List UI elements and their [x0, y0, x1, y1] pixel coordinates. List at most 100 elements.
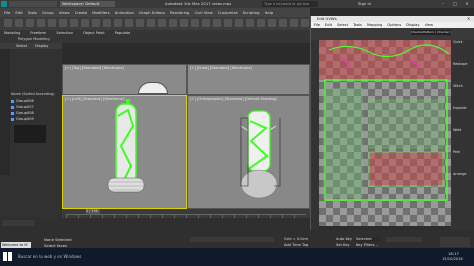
menu-item[interactable]: Edit	[15, 10, 22, 15]
timeline[interactable]: 0 / 100	[62, 209, 310, 218]
uvw-menu-item[interactable]: Edit	[325, 23, 332, 27]
toolbar-tool-icon[interactable]	[301, 19, 309, 27]
explorer-row[interactable]: Group009	[11, 116, 61, 122]
menu-item[interactable]: Animation	[115, 10, 134, 15]
menu-item[interactable]: Scripting	[243, 10, 260, 15]
signin-button[interactable]: Sign In	[358, 1, 371, 7]
uvw-menu-item[interactable]: File	[314, 23, 320, 27]
menu-item[interactable]: Help	[265, 10, 274, 15]
menu-bar: File Edit Tools Group Views Create Modifiers An…	[0, 8, 310, 17]
taskbar-apps[interactable]	[130, 251, 220, 263]
tab-select[interactable]: Select	[16, 44, 27, 48]
uvw-rollout[interactable]: Arrange	[451, 172, 474, 194]
checker-selector[interactable]: CheckerPattern ( Checker )	[411, 30, 451, 35]
uvw-menu-item[interactable]: Select	[337, 23, 348, 27]
menu-item[interactable]: Rendering	[170, 10, 189, 15]
uvw-rollout[interactable]: Explode	[451, 106, 474, 128]
toolbar-tool-icon[interactable]	[279, 19, 287, 27]
menu-item[interactable]: Views	[59, 10, 70, 15]
toolbar-tool-icon[interactable]	[125, 19, 133, 27]
toolbar-tool-icon[interactable]	[48, 19, 56, 27]
ribbon-tab[interactable]: Object Paint	[83, 31, 105, 35]
auto-key-button[interactable]: Auto Key	[336, 237, 352, 241]
key-filters-button[interactable]: Key Filters...	[356, 243, 378, 247]
selected-dropdown[interactable]: Selected	[356, 237, 380, 242]
tab-display[interactable]: Display	[35, 44, 48, 48]
viewport-top[interactable]: [+] [Top] [Standard] [Wireframe]	[62, 64, 187, 95]
explorer-header[interactable]: Name (Sorted Ascending)	[11, 92, 61, 96]
toolbar-tool-icon[interactable]	[169, 19, 177, 27]
workspace-selector[interactable]: Workspace: Default	[60, 1, 115, 7]
toolbar-tool-icon[interactable]	[213, 19, 221, 27]
ribbon-tab[interactable]: Modeling	[4, 31, 20, 35]
uvw-menu-item[interactable]: Mapping	[367, 23, 382, 27]
menu-item[interactable]: File	[4, 10, 10, 15]
toolbar-tool-icon[interactable]	[257, 19, 265, 27]
toolbar-tool-icon[interactable]	[26, 19, 34, 27]
ribbon-tab[interactable]: Populate	[115, 31, 131, 35]
explorer-row-label: Group008	[16, 111, 34, 115]
menu-item[interactable]: Tools	[28, 10, 37, 15]
toolbar-tool-icon[interactable]	[4, 19, 12, 27]
viewport-front-label[interactable]: [+] [Front] [Standard] [Wireframe]	[190, 66, 252, 70]
toolbar-tool-icon[interactable]	[246, 19, 254, 27]
toolbar-tool-icon[interactable]	[92, 19, 100, 27]
group-icon	[11, 99, 14, 103]
uvw-rollout[interactable]: Weld	[451, 128, 474, 150]
selection-status: None Selected	[44, 237, 72, 242]
group-icon	[11, 111, 14, 115]
toolbar-tool-icon[interactable]	[235, 19, 243, 27]
toolbar-tool-icon[interactable]	[15, 19, 23, 27]
menu-item[interactable]: Modifiers	[92, 10, 109, 15]
toolbar-tool-icon[interactable]	[290, 19, 298, 27]
toolbar-tool-icon[interactable]	[180, 19, 188, 27]
coordinate-fields[interactable]	[190, 237, 274, 242]
uvw-rollout[interactable]: Quick	[451, 40, 474, 62]
ribbon-tab[interactable]: Selection	[56, 31, 73, 35]
viewport-left[interactable]: [+] [Left] [Standard] [Wireframe]	[62, 95, 187, 209]
viewport-top-label[interactable]: [+] [Top] [Standard] [Wireframe]	[65, 66, 124, 70]
uvw-rollout[interactable]: Reshape	[451, 62, 474, 84]
toolbar-tool-icon[interactable]	[136, 19, 144, 27]
viewport-orthographic[interactable]: [+] [Orthographic] [Standard] [Default S…	[187, 95, 310, 209]
menu-item[interactable]: Create	[75, 10, 88, 15]
toolbar-tool-icon[interactable]	[158, 19, 166, 27]
toolbar-tool-icon[interactable]	[81, 19, 89, 27]
toolbar-tool-icon[interactable]	[191, 19, 199, 27]
uvw-menu-item[interactable]: Display	[406, 23, 419, 27]
windows-start-icon[interactable]	[3, 252, 12, 261]
add-time-tag-button[interactable]: Add Time Tag	[284, 243, 308, 247]
toolbar-tool-icon[interactable]	[202, 19, 210, 27]
toolbar-tool-icon[interactable]	[103, 19, 111, 27]
toolbar-tool-icon[interactable]	[268, 19, 276, 27]
uvw-rollout[interactable]: Peel	[451, 150, 474, 172]
toolbar-tool-icon[interactable]	[37, 19, 45, 27]
uvw-menu-item[interactable]: View	[425, 23, 434, 27]
menu-item[interactable]: Group	[42, 10, 54, 15]
uvw-canvas[interactable]	[319, 40, 451, 226]
uvw-menu-item[interactable]: Options	[387, 23, 401, 27]
ribbon-subtab[interactable]: Polygon Modeling	[18, 37, 50, 41]
toolbar-tool-icon[interactable]	[70, 19, 78, 27]
maximize-button[interactable]: □	[450, 1, 460, 7]
minimize-button[interactable]: –	[438, 1, 448, 7]
toolbar-tool-icon[interactable]	[224, 19, 232, 27]
quick-access-toolbar[interactable]	[9, 1, 57, 7]
menu-item[interactable]: Graph Editors	[139, 10, 165, 15]
ribbon-tab[interactable]: Freeform	[30, 31, 46, 35]
toolbar-tool-icon[interactable]	[59, 19, 67, 27]
uvw-menu-item[interactable]: Tools	[353, 23, 362, 27]
menu-item[interactable]: Civil View	[194, 10, 212, 15]
viewport-front[interactable]: [+] [Front] [Standard] [Wireframe]	[187, 64, 310, 95]
playback-controls[interactable]	[386, 237, 422, 242]
taskbar-search-input[interactable]: Buscar en la web y en Windows	[18, 250, 118, 264]
toolbar-tool-icon[interactable]	[114, 19, 122, 27]
toolbar-tool-icon[interactable]	[147, 19, 155, 27]
close-button[interactable]: ×	[462, 1, 472, 7]
uvw-rollout[interactable]: Stitch	[451, 84, 474, 106]
viewport-nav-controls[interactable]	[440, 237, 470, 247]
menu-item[interactable]: Customize	[218, 10, 238, 15]
group-icon	[11, 117, 14, 121]
set-key-button[interactable]: Set Key	[336, 243, 350, 247]
search-input[interactable]: Type a keyword or phrase	[262, 1, 318, 7]
